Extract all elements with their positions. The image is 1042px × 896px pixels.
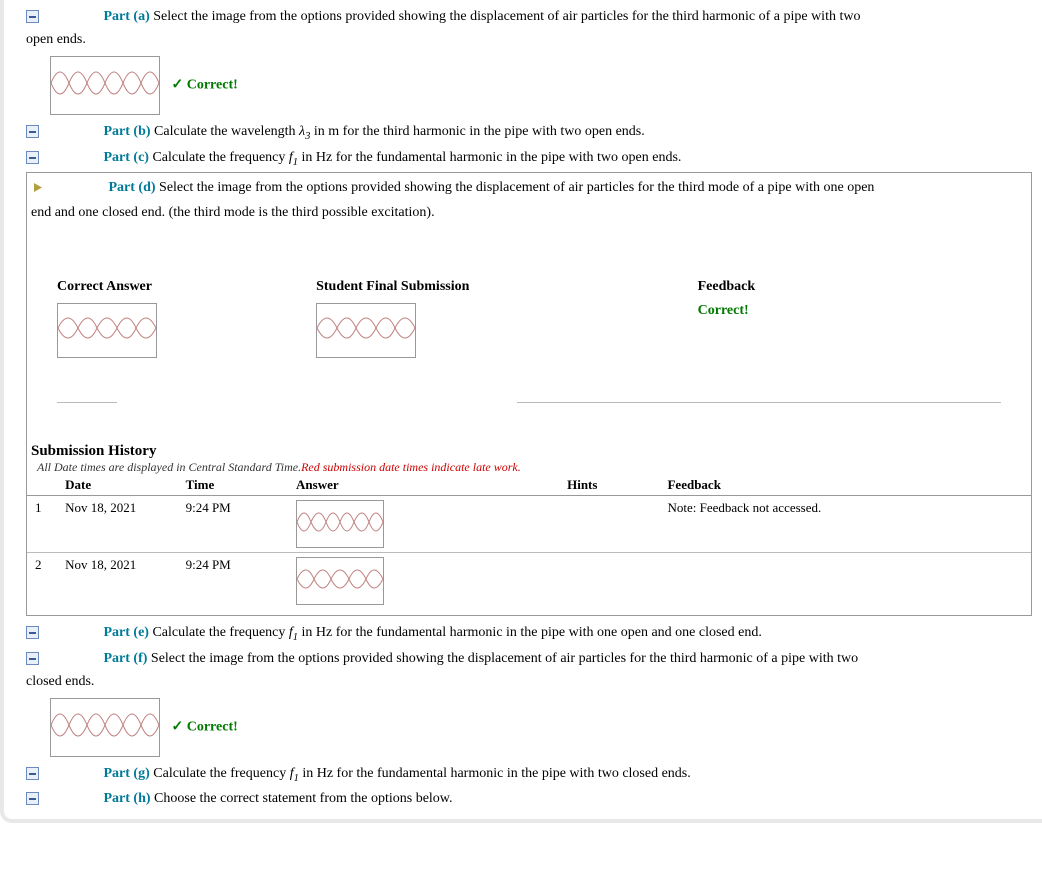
part-g-row: Part (g) Calculate the frequency f1 in H…: [26, 763, 1032, 787]
wave-student-icon: [316, 303, 416, 358]
table-header-row: Correct Answer Student Final Submission …: [27, 275, 1031, 299]
divider: [57, 402, 1001, 403]
part-a-label: Part (a): [104, 9, 150, 24]
part-d-label: Part (d): [109, 180, 156, 195]
history-note: All Date times are displayed in Central …: [27, 460, 1031, 475]
part-d-text: Select the image from the options provid…: [159, 180, 874, 195]
collapse-icon[interactable]: [26, 767, 40, 780]
collapse-icon[interactable]: [26, 151, 40, 164]
part-g-label: Part (g): [104, 766, 150, 781]
part-b-row: Part (b) Calculate the wavelength λ3 in …: [26, 121, 1032, 145]
part-f-answer-row: ✓ Correct!: [26, 694, 1032, 761]
collapse-icon[interactable]: [26, 652, 40, 665]
col-student-submission: Student Final Submission: [308, 275, 690, 299]
cell-answer: [288, 496, 559, 553]
col-date: Date: [57, 475, 177, 496]
history-table: Date Time Answer Hints Feedback 1 Nov 18…: [27, 475, 1031, 609]
cell-num: 2: [27, 553, 57, 610]
part-b-text: Calculate the wavelength λ3 in m for the…: [154, 124, 645, 139]
part-a-row: Part (a) Select the image from the optio…: [26, 6, 1032, 27]
part-f-status: ✓ Correct!: [172, 719, 238, 734]
part-a-answer-row: ✓ Correct!: [26, 52, 1032, 119]
part-f-cont: closed ends.: [26, 671, 1032, 692]
cell-answer: [288, 553, 559, 610]
col-hints: Hints: [559, 475, 659, 496]
feedback-text: Correct!: [698, 303, 749, 318]
part-e-text: Calculate the frequency f1 in Hz for the…: [152, 625, 761, 640]
part-c-label: Part (c): [104, 150, 149, 165]
table-row: Correct!: [27, 299, 1031, 362]
part-f-row: Part (f) Select the image from the optio…: [26, 648, 1032, 669]
history-title: Submission History: [27, 443, 1031, 460]
cell-feedback: [659, 553, 1031, 610]
part-g-text: Calculate the frequency f1 in Hz for the…: [153, 766, 690, 781]
table-row: 1 Nov 18, 2021 9:24 PM Note: Feedback no…: [27, 496, 1031, 553]
part-a-text: Select the image from the options provid…: [153, 9, 860, 24]
wave-open-open-3rd-icon: [50, 56, 160, 115]
wave-closed-closed-3rd-icon: [50, 698, 160, 757]
collapse-icon[interactable]: [26, 10, 40, 23]
expand-icon[interactable]: [31, 181, 45, 194]
part-c-row: Part (c) Calculate the frequency f1 in H…: [26, 147, 1032, 171]
cell-date: Nov 18, 2021: [57, 553, 177, 610]
part-e-label: Part (e): [104, 625, 149, 640]
part-h-label: Part (h): [104, 791, 151, 806]
part-h-row: Part (h) Choose the correct statement fr…: [26, 788, 1032, 809]
part-f-text: Select the image from the options provid…: [151, 651, 858, 666]
part-a-status: ✓ Correct!: [172, 78, 238, 93]
collapse-icon[interactable]: [26, 626, 40, 639]
col-feedback: Feedback: [690, 275, 1031, 299]
wave-answer-icon: [296, 500, 384, 548]
col-feedback-h: Feedback: [659, 475, 1031, 496]
col-answer: Answer: [288, 475, 559, 496]
cell-hints: [559, 496, 659, 553]
cell-time: 9:24 PM: [178, 496, 288, 553]
cell-num: 1: [27, 496, 57, 553]
part-d-cont: end and one closed end. (the third mode …: [27, 202, 1031, 225]
col-correct-answer: Correct Answer: [27, 275, 308, 299]
part-c-text: Calculate the frequency f1 in Hz for the…: [152, 150, 681, 165]
col-time: Time: [178, 475, 288, 496]
part-d-panel: Part (d) Select the image from the optio…: [26, 172, 1032, 616]
cell-feedback: Note: Feedback not accessed.: [659, 496, 1031, 553]
wave-answer-icon: [296, 557, 384, 605]
part-a-cont: open ends.: [26, 29, 1032, 50]
collapse-icon[interactable]: [26, 792, 40, 805]
cell-date: Nov 18, 2021: [57, 496, 177, 553]
part-b-label: Part (b): [104, 124, 151, 139]
part-h-text: Choose the correct statement from the op…: [154, 791, 452, 806]
collapse-icon[interactable]: [26, 125, 40, 138]
history-header-row: Date Time Answer Hints Feedback: [27, 475, 1031, 496]
part-f-label: Part (f): [104, 651, 148, 666]
table-row: 2 Nov 18, 2021 9:24 PM: [27, 553, 1031, 610]
feedback-table: Correct Answer Student Final Submission …: [27, 275, 1031, 362]
wave-correct-icon: [57, 303, 157, 358]
part-e-row: Part (e) Calculate the frequency f1 in H…: [26, 622, 1032, 646]
cell-hints: [559, 553, 659, 610]
cell-time: 9:24 PM: [178, 553, 288, 610]
